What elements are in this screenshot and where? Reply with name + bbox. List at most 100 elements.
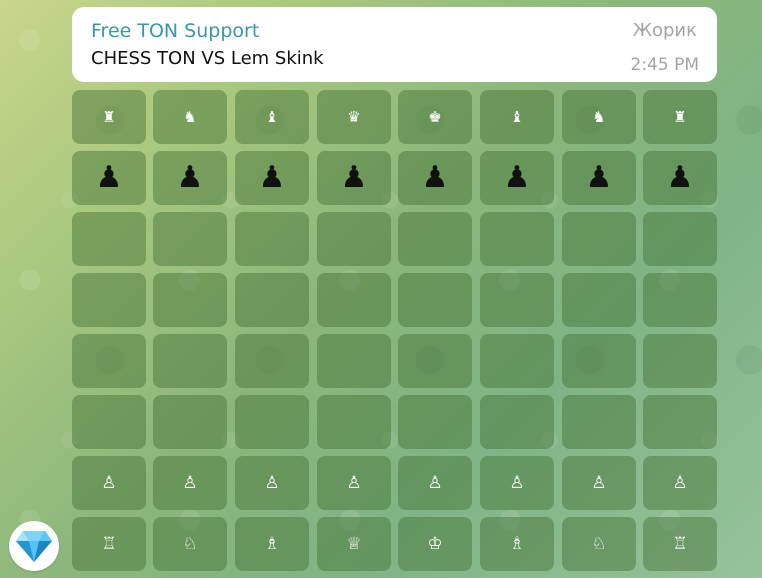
board-cell[interactable]: ♘ bbox=[153, 517, 227, 571]
chess-piece-icon: ♙ bbox=[427, 472, 443, 493]
board-cell[interactable]: ♔ bbox=[398, 517, 472, 571]
chess-piece-icon: ♞ bbox=[592, 107, 606, 126]
board-cell[interactable] bbox=[480, 395, 554, 449]
chess-piece-icon: ♟ bbox=[503, 160, 531, 195]
message-sender[interactable]: Free TON Support bbox=[91, 19, 259, 43]
chess-piece-icon: ♗ bbox=[509, 533, 525, 554]
board-cell[interactable] bbox=[480, 273, 554, 327]
board-cell[interactable] bbox=[72, 273, 146, 327]
board-cell[interactable] bbox=[235, 395, 309, 449]
board-cell[interactable] bbox=[153, 273, 227, 327]
chess-piece-icon: ♙ bbox=[101, 472, 117, 493]
chess-piece-icon: ♝ bbox=[510, 107, 524, 126]
chess-piece-icon: ♘ bbox=[591, 533, 607, 554]
chess-piece-icon: ♖ bbox=[101, 533, 117, 554]
chess-piece-icon: ♛ bbox=[347, 107, 361, 126]
chess-piece-icon: ♙ bbox=[591, 472, 607, 493]
message-bubble[interactable]: Free TON Support Жорик CHESS TON VS Lem … bbox=[72, 7, 717, 82]
chess-piece-icon: ♚ bbox=[428, 107, 442, 126]
board-cell[interactable] bbox=[398, 334, 472, 388]
board-cell[interactable] bbox=[72, 395, 146, 449]
board-cell[interactable]: ♝ bbox=[480, 90, 554, 144]
chess-piece-icon: ♙ bbox=[264, 472, 280, 493]
board-cell[interactable]: ♗ bbox=[480, 517, 554, 571]
chess-piece-icon: ♘ bbox=[182, 533, 198, 554]
board-cell[interactable] bbox=[317, 395, 391, 449]
board-cell[interactable]: ♝ bbox=[235, 90, 309, 144]
board-cell[interactable]: ♙ bbox=[480, 456, 554, 510]
board-cell[interactable]: ♖ bbox=[643, 517, 717, 571]
board-cell[interactable] bbox=[72, 212, 146, 266]
board-cell[interactable] bbox=[235, 334, 309, 388]
board-cell[interactable] bbox=[562, 395, 636, 449]
board-cell[interactable]: ♙ bbox=[317, 456, 391, 510]
board-cell[interactable]: ♙ bbox=[72, 456, 146, 510]
board-cell[interactable] bbox=[398, 212, 472, 266]
board-cell[interactable] bbox=[643, 334, 717, 388]
board-cell[interactable] bbox=[317, 273, 391, 327]
chess-piece-icon: ♙ bbox=[509, 472, 525, 493]
board-cell[interactable]: ♘ bbox=[562, 517, 636, 571]
board-cell[interactable] bbox=[153, 334, 227, 388]
board-cell[interactable] bbox=[153, 395, 227, 449]
board-cell[interactable] bbox=[235, 212, 309, 266]
chess-piece-icon: ♜ bbox=[673, 107, 687, 126]
board-cell[interactable] bbox=[398, 273, 472, 327]
board-cell[interactable]: ♟ bbox=[317, 151, 391, 205]
chess-piece-icon: ♕ bbox=[346, 533, 362, 554]
chess-piece-icon: ♜ bbox=[102, 107, 116, 126]
board-cell[interactable]: ♟ bbox=[235, 151, 309, 205]
chess-piece-icon: ♙ bbox=[672, 472, 688, 493]
board-cell[interactable]: ♟ bbox=[643, 151, 717, 205]
chess-board-keyboard: ♜ ♞ ♝ ♛ ♚ ♝ ♞ ♜ ♟ ♟ ♟ ♟ ♟ ♟ ♟ ♟ ♙ ♙ ♙ ♙ ♙ ♙ ♙ ♙ ♖ ♘ ♗ ♕ ♔ ♗ ♘ ♖ bbox=[72, 90, 717, 578]
board-cell[interactable] bbox=[72, 334, 146, 388]
board-cell[interactable]: ♜ bbox=[72, 90, 146, 144]
board-cell[interactable]: ♖ bbox=[72, 517, 146, 571]
board-cell[interactable]: ♟ bbox=[153, 151, 227, 205]
chess-piece-icon: ♟ bbox=[585, 160, 613, 195]
chess-piece-icon: ♟ bbox=[421, 160, 449, 195]
board-cell[interactable] bbox=[317, 212, 391, 266]
board-cell[interactable]: ♟ bbox=[480, 151, 554, 205]
board-cell[interactable] bbox=[480, 334, 554, 388]
board-cell[interactable] bbox=[643, 212, 717, 266]
board-cell[interactable]: ♙ bbox=[562, 456, 636, 510]
board-cell[interactable] bbox=[643, 395, 717, 449]
chess-piece-icon: ♙ bbox=[182, 472, 198, 493]
board-cell[interactable] bbox=[562, 212, 636, 266]
chess-piece-icon: ♟ bbox=[258, 160, 286, 195]
chess-piece-icon: ♟ bbox=[666, 160, 694, 195]
board-cell[interactable]: ♙ bbox=[153, 456, 227, 510]
chess-piece-icon: ♙ bbox=[346, 472, 362, 493]
chess-piece-icon: ♟ bbox=[176, 160, 204, 195]
chess-piece-icon: ♗ bbox=[264, 533, 280, 554]
board-cell[interactable]: ♟ bbox=[72, 151, 146, 205]
board-cell[interactable] bbox=[562, 334, 636, 388]
board-cell[interactable] bbox=[562, 273, 636, 327]
board-cell[interactable] bbox=[643, 273, 717, 327]
message-author: Жорик bbox=[632, 20, 697, 41]
board-cell[interactable]: ♜ bbox=[643, 90, 717, 144]
diamond-icon bbox=[16, 531, 52, 562]
board-cell[interactable] bbox=[398, 395, 472, 449]
board-cell[interactable]: ♗ bbox=[235, 517, 309, 571]
board-cell[interactable] bbox=[235, 273, 309, 327]
board-cell[interactable]: ♚ bbox=[398, 90, 472, 144]
chess-piece-icon: ♟ bbox=[340, 160, 368, 195]
board-cell[interactable] bbox=[480, 212, 554, 266]
board-cell[interactable]: ♞ bbox=[562, 90, 636, 144]
message-time: 2:45 PM bbox=[630, 55, 700, 75]
board-cell[interactable] bbox=[153, 212, 227, 266]
board-cell[interactable]: ♟ bbox=[562, 151, 636, 205]
board-cell[interactable]: ♛ bbox=[317, 90, 391, 144]
avatar[interactable] bbox=[9, 521, 59, 571]
board-cell[interactable] bbox=[317, 334, 391, 388]
chess-piece-icon: ♝ bbox=[265, 107, 279, 126]
board-cell[interactable]: ♙ bbox=[643, 456, 717, 510]
board-cell[interactable]: ♙ bbox=[235, 456, 309, 510]
board-cell[interactable]: ♙ bbox=[398, 456, 472, 510]
board-cell[interactable]: ♕ bbox=[317, 517, 391, 571]
chess-piece-icon: ♖ bbox=[672, 533, 688, 554]
board-cell[interactable]: ♞ bbox=[153, 90, 227, 144]
board-cell[interactable]: ♟ bbox=[398, 151, 472, 205]
